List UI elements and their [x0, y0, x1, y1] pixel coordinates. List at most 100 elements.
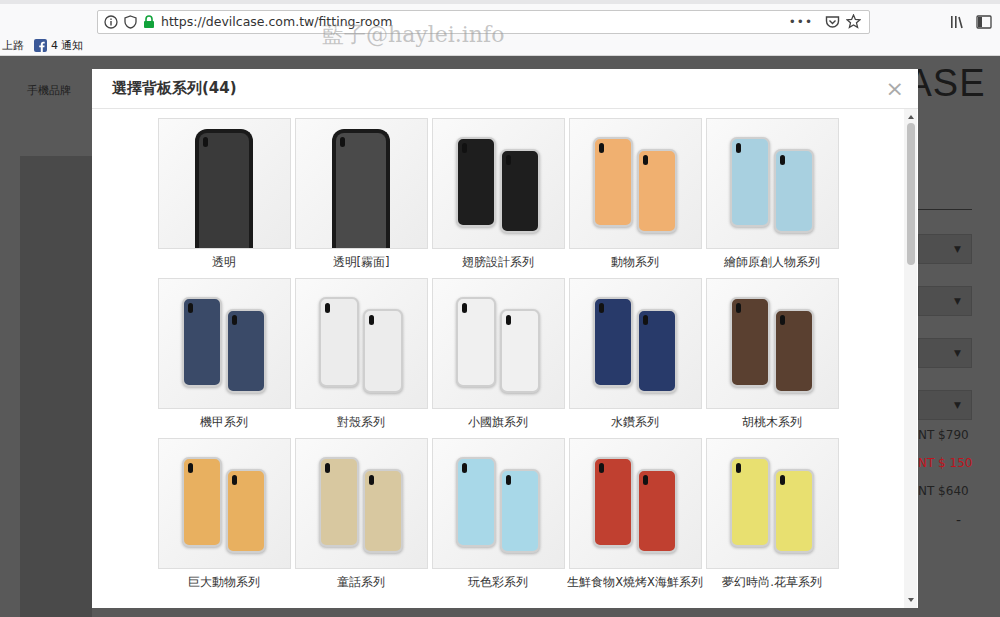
- phone-case: [593, 137, 633, 227]
- series-label: 小國旗系列: [468, 415, 528, 430]
- series-image[interactable]: [295, 118, 428, 249]
- series-image[interactable]: [432, 118, 565, 249]
- phone-case: [637, 309, 677, 393]
- series-item[interactable]: 夢幻時尚.花草系列: [706, 438, 839, 598]
- phone-case: [226, 309, 266, 393]
- phone-case: [319, 297, 359, 387]
- phone-case: [332, 129, 390, 249]
- facebook-icon: [34, 39, 47, 52]
- phone-case: [774, 469, 814, 553]
- series-image[interactable]: [569, 278, 702, 409]
- series-item[interactable]: 透明: [158, 118, 291, 278]
- series-image[interactable]: [432, 438, 565, 569]
- series-image[interactable]: [569, 118, 702, 249]
- phone-case: [593, 457, 633, 547]
- price-text: NT $790: [918, 428, 969, 442]
- series-item[interactable]: 玩色彩系列: [432, 438, 565, 598]
- series-label: 對殼系列: [337, 415, 385, 430]
- phone-case: [182, 457, 222, 547]
- series-item[interactable]: 水鑽系列: [569, 278, 702, 438]
- series-label: 生鮮食物X燒烤X海鮮系列: [567, 575, 703, 590]
- info-icon[interactable]: [104, 15, 118, 29]
- series-item[interactable]: 機甲系列: [158, 278, 291, 438]
- phone-case: [730, 457, 770, 547]
- library-icon[interactable]: [950, 14, 968, 30]
- url-text[interactable]: https://devilcase.com.tw/fitting-room: [161, 14, 392, 29]
- series-item[interactable]: 童話系列: [295, 438, 428, 598]
- phone-case: [363, 309, 403, 393]
- series-image[interactable]: [569, 438, 702, 569]
- series-label: 透明: [212, 255, 236, 270]
- nav-toolbar: https://devilcase.com.tw/fitting-room ••…: [0, 0, 1000, 35]
- series-label: 巨大動物系列: [188, 575, 260, 590]
- star-icon[interactable]: [846, 14, 861, 29]
- bookmarks-bar: 上路 4 通知: [0, 35, 1000, 56]
- series-item[interactable]: 小國旗系列: [432, 278, 565, 438]
- scrollbar[interactable]: [904, 109, 917, 608]
- phone-case: [226, 469, 266, 553]
- series-item[interactable]: 生鮮食物X燒烤X海鮮系列: [569, 438, 702, 598]
- phone-case: [319, 457, 359, 547]
- series-image[interactable]: [706, 278, 839, 409]
- phone-case: [730, 297, 770, 387]
- preview-panel: [20, 156, 92, 617]
- series-image[interactable]: [706, 118, 839, 249]
- series-image[interactable]: [295, 438, 428, 569]
- series-image[interactable]: [158, 278, 291, 409]
- series-item[interactable]: 巨大動物系列: [158, 438, 291, 598]
- browser-window: https://devilcase.com.tw/fitting-room ••…: [0, 0, 1000, 617]
- series-modal: 選擇背板系列(44) × 透明 透明[霧面] 翅膀設計系列 動物系列 繪師原創人…: [92, 69, 918, 608]
- pocket-icon[interactable]: [825, 15, 840, 29]
- series-image[interactable]: [432, 278, 565, 409]
- phone-case: [456, 457, 496, 547]
- sidebar-icon[interactable]: [976, 14, 992, 30]
- series-label: 胡桃木系列: [742, 415, 802, 430]
- series-image[interactable]: [158, 438, 291, 569]
- bookmark-item[interactable]: 4 通知: [34, 38, 84, 53]
- series-label: 透明[霧面]: [333, 255, 390, 270]
- phone-case: [637, 149, 677, 233]
- series-item[interactable]: 胡桃木系列: [706, 278, 839, 438]
- option-select[interactable]: ▼: [918, 234, 972, 264]
- bookmark-item[interactable]: 上路: [2, 38, 24, 53]
- phone-case: [500, 309, 540, 393]
- series-item[interactable]: 翅膀設計系列: [432, 118, 565, 278]
- left-panel: 手機品牌: [0, 56, 92, 617]
- series-label: 動物系列: [611, 255, 659, 270]
- series-label: 繪師原創人物系列: [724, 255, 820, 270]
- series-image[interactable]: [295, 278, 428, 409]
- phone-case: [774, 309, 814, 393]
- series-label: 水鑽系列: [611, 415, 659, 430]
- phone-case: [182, 297, 222, 387]
- brand-label: 手機品牌: [27, 83, 92, 98]
- series-grid: 透明 透明[霧面] 翅膀設計系列 動物系列 繪師原創人物系列 機甲系列 對殼系列…: [92, 109, 904, 608]
- phone-case: [593, 297, 633, 387]
- scroll-down-icon[interactable]: [908, 598, 914, 602]
- series-item[interactable]: 繪師原創人物系列: [706, 118, 839, 278]
- option-select[interactable]: ▼: [918, 390, 972, 420]
- scroll-thumb[interactable]: [907, 123, 915, 265]
- series-label: 翅膀設計系列: [462, 255, 534, 270]
- phone-case: [637, 469, 677, 553]
- series-item[interactable]: 對殼系列: [295, 278, 428, 438]
- series-item[interactable]: 動物系列: [569, 118, 702, 278]
- page-actions-menu[interactable]: •••: [789, 15, 813, 29]
- lock-icon[interactable]: [143, 15, 155, 29]
- series-label: 機甲系列: [200, 415, 248, 430]
- phone-case: [730, 137, 770, 227]
- series-image[interactable]: [158, 118, 291, 249]
- series-item[interactable]: 透明[霧面]: [295, 118, 428, 278]
- series-label: 夢幻時尚.花草系列: [722, 575, 822, 590]
- quantity-minus[interactable]: -: [956, 512, 961, 528]
- url-bar[interactable]: https://devilcase.com.tw/fitting-room ••…: [97, 10, 870, 34]
- right-panel: CASE ▼▼▼▼ NT $790NT $ 150NT $640 -: [918, 56, 1000, 617]
- option-select[interactable]: ▼: [918, 338, 972, 368]
- shield-icon[interactable]: [124, 15, 137, 29]
- scroll-up-icon[interactable]: [908, 115, 914, 119]
- close-button[interactable]: ×: [886, 78, 904, 100]
- option-select[interactable]: ▼: [918, 286, 972, 316]
- series-image[interactable]: [706, 438, 839, 569]
- phone-case: [774, 149, 814, 233]
- phone-case: [500, 469, 540, 553]
- modal-header: 選擇背板系列(44) ×: [92, 69, 918, 109]
